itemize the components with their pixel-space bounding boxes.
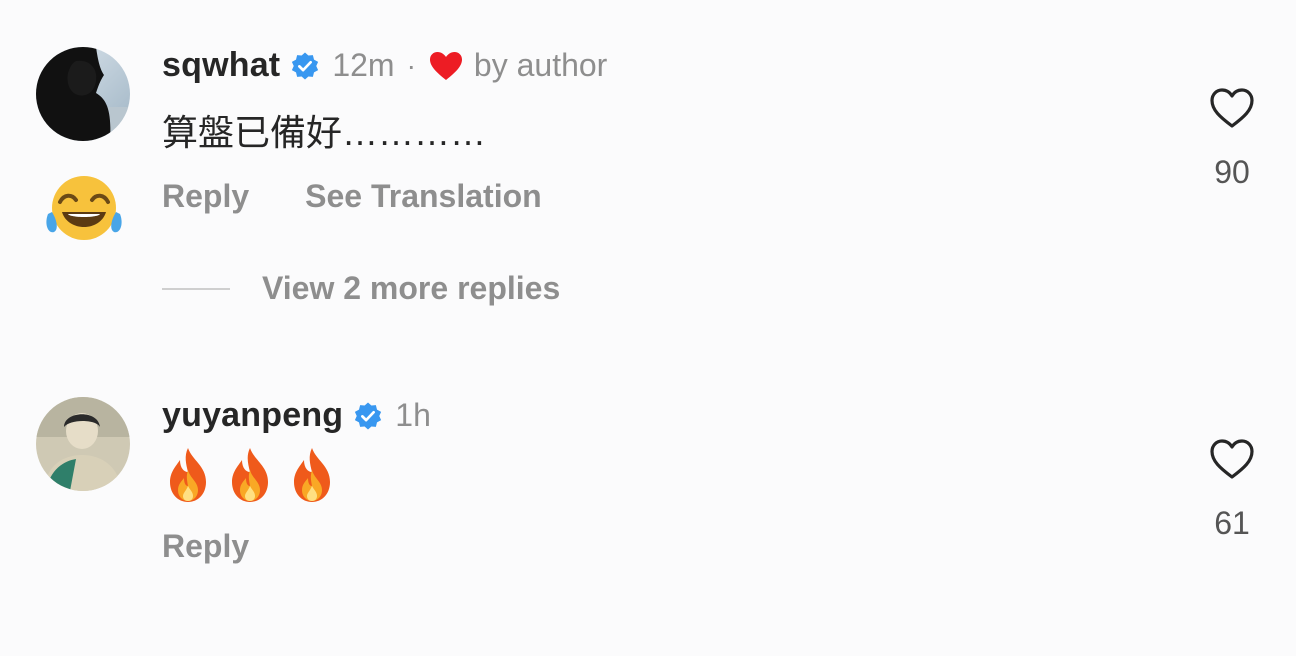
comment-actions: Reply [162,528,249,565]
divider-line [162,287,230,290]
comment-time: 1h [395,397,431,433]
fire-emoji-icon [232,448,268,502]
tears-of-joy-emoji-icon [46,176,122,240]
heart-filled-icon [429,51,462,80]
see-translation-button[interactable]: See Translation [305,178,542,215]
like-column: 61 [1192,437,1272,542]
username[interactable]: yuyanpeng [162,396,343,435]
verified-badge-icon [292,52,319,79]
view-replies-label: View 2 more replies [262,270,561,306]
comment-header: yuyanpeng 1h [162,396,431,435]
avatar[interactable] [36,397,130,491]
username[interactable]: sqwhat [162,46,280,85]
liked-by-author-label: by author [473,47,608,83]
separator-dot: · [406,49,416,81]
like-column: 90 [1192,86,1272,191]
comment-text: 算盤已備好………… [162,112,487,153]
reply-button[interactable]: Reply [162,528,249,565]
fire-emoji-icon [294,448,330,502]
comment-actions: Reply See Translation [162,178,542,215]
like-count: 90 [1214,154,1250,190]
like-count: 61 [1214,505,1250,541]
comment-header: sqwhat 12m · by author [162,46,607,85]
heart-outline-icon[interactable] [1208,86,1256,130]
fire-emoji-icon [170,448,206,502]
verified-badge-icon [355,402,382,429]
comment-emoji-text [162,446,348,504]
avatar[interactable] [36,47,130,141]
view-replies-button[interactable]: View 2 more replies [162,270,560,307]
comment-time: 12m [332,47,395,83]
heart-outline-icon[interactable] [1208,437,1256,481]
reply-button[interactable]: Reply [162,178,249,215]
